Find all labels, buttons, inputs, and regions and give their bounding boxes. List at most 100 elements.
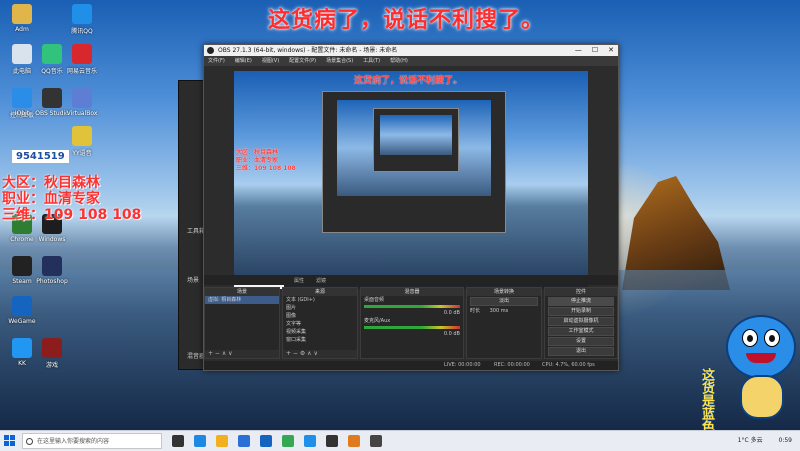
obs-studio-icon[interactable] — [370, 435, 382, 447]
mail-icon[interactable] — [260, 435, 272, 447]
filters-button[interactable]: 滤镜 — [316, 277, 326, 284]
app-icon — [42, 44, 62, 64]
task-view-icon[interactable] — [172, 435, 184, 447]
menu-tools[interactable]: 工具(T) — [363, 56, 380, 66]
close-button[interactable]: ✕ — [608, 45, 614, 56]
desktop-icon-label: Chrome — [10, 236, 34, 243]
sources-header: 来源 — [283, 288, 357, 296]
scenes-header: 场景 — [205, 288, 279, 296]
audio-meter — [364, 326, 460, 329]
source-item[interactable]: 图片 — [283, 304, 357, 312]
mascot-eye — [764, 329, 780, 347]
scenes-footer: + − ∧ ∨ — [205, 350, 279, 358]
app-icon — [72, 88, 92, 108]
mixer-track-db: 0.0 dB — [443, 331, 460, 337]
bg-label-scene: 场景 — [187, 277, 200, 284]
desktop-icon-label: Steam — [12, 278, 32, 285]
obs-menubar: 文件(F) 编辑(E) 视图(V) 配置文件(P) 场景集合(S) 工具(T) … — [204, 56, 618, 66]
desktop-icon[interactable]: Steam — [2, 256, 42, 285]
mixer-track-db: 0.0 dB — [443, 310, 460, 316]
qq-icon[interactable] — [304, 435, 316, 447]
transition-select[interactable]: 淡出 — [470, 297, 538, 306]
studio-mode-button[interactable]: 工作室模式 — [548, 327, 614, 336]
obs-titlebar[interactable]: OBS 27.1.3 (64-bit, windows) - 配置文件: 未命名… — [204, 45, 618, 56]
transitions-dock: 场景转换 淡出 时长 300 ms — [466, 287, 542, 359]
mascot-eye — [742, 329, 758, 347]
obs-docks: 场景 虚拟: 桐目森林 + − ∧ ∨ 来源 文本 (GDI+) 图片 图像 文… — [204, 287, 618, 359]
desktop-icon[interactable]: Adm — [2, 4, 42, 33]
source-toolbar: 属性 滤镜 — [204, 275, 618, 285]
mixer-dock: 混音器 桌面音频 0.0 dB 麦克风/Aux 0.0 dB — [360, 287, 464, 359]
menu-edit[interactable]: 编辑(E) — [235, 56, 252, 66]
audio-meter — [364, 305, 460, 308]
menu-profile[interactable]: 配置文件(P) — [289, 56, 316, 66]
desktop-icon[interactable]: VirtualBox — [62, 88, 102, 117]
source-item[interactable]: 窗口采集 — [283, 336, 357, 344]
search-icon — [26, 438, 33, 445]
obs-statusbar: LIVE: 00:00:00 REC: 00:00:00 CPU: 4.7%, … — [204, 361, 618, 370]
edge-icon[interactable] — [194, 435, 206, 447]
source-item[interactable]: 视频采集 — [283, 328, 357, 336]
menu-view[interactable]: 视图(V) — [262, 56, 279, 66]
properties-button[interactable]: 属性 — [294, 277, 304, 284]
stop-streaming-button[interactable]: 停止推流 — [548, 297, 614, 306]
obs-window[interactable]: OBS 27.1.3 (64-bit, windows) - 配置文件: 未命名… — [203, 44, 619, 371]
scenes-dock: 场景 虚拟: 桐目森林 + − ∧ ∨ — [204, 287, 280, 359]
preview-caption: 这货病了，说话不利搜了。 — [354, 76, 463, 86]
store-icon[interactable] — [238, 435, 250, 447]
source-item[interactable]: 图像 — [283, 312, 357, 320]
menu-scene-collection[interactable]: 场景集合(S) — [326, 56, 353, 66]
mascot-dragon — [718, 305, 798, 425]
minimize-button[interactable]: — — [575, 45, 582, 56]
obs-app-icon[interactable] — [326, 435, 338, 447]
sources-footer: + − ⚙ ∧ ∨ — [283, 350, 357, 358]
desktop-icon-label: 网易云音乐 — [66, 68, 97, 75]
mixer-header: 混音器 — [361, 288, 463, 296]
desktop-icon-label: 腾讯QQ — [71, 28, 93, 35]
app-icon — [12, 88, 32, 108]
game-icon[interactable] — [348, 435, 360, 447]
clock-text[interactable]: 0:59 — [779, 437, 792, 444]
desktop-icon-label: Adm — [15, 26, 29, 33]
exit-button[interactable]: 退出 — [548, 347, 614, 356]
status-rec: REC: 00:00:00 — [494, 362, 530, 368]
explorer-icon[interactable] — [216, 435, 228, 447]
menu-file[interactable]: 文件(F) — [208, 56, 225, 66]
preview-info-stats: 三维：109 108 108 — [236, 165, 296, 172]
virtual-camera-button[interactable]: 启动虚拟摄像机 — [548, 317, 614, 326]
obs-preview[interactable]: 这货病了，说话不利搜了。 大区：秋目森林 职业：血清专家 三维：109 108 … — [234, 71, 588, 289]
app-icon — [42, 338, 62, 358]
chrome-icon[interactable] — [282, 435, 294, 447]
scene-item[interactable]: 虚拟: 桐目森林 — [205, 296, 279, 304]
source-item[interactable]: 文本 (GDI+) — [283, 296, 357, 304]
mascot-belly — [740, 375, 784, 419]
mixer-track-name: 麦克风/Aux — [364, 318, 391, 324]
desktop-icon[interactable]: 腾讯QQ — [62, 4, 102, 35]
start-recording-button[interactable]: 开始录制 — [548, 307, 614, 316]
controls-dock: 控件 停止推流 开始录制 启动虚拟摄像机 工作室模式 设置 退出 — [544, 287, 618, 359]
desktop-icon[interactable]: 游戏 — [32, 338, 72, 369]
settings-button[interactable]: 设置 — [548, 337, 614, 346]
source-item[interactable]: 文字等 — [283, 320, 357, 328]
search-placeholder: 在这里输入你要搜索的内容 — [37, 438, 110, 445]
app-icon — [12, 338, 32, 358]
maximize-button[interactable]: ☐ — [592, 45, 598, 56]
app-icon — [42, 88, 62, 108]
app-icon — [72, 44, 92, 64]
weather-text[interactable]: 1°C 多云 — [738, 437, 763, 444]
app-icon — [72, 126, 92, 146]
info-stats: 三维：109 108 108 — [2, 207, 142, 223]
desktop-icon[interactable]: 网易云音乐 — [62, 44, 102, 75]
nested-obs-2 — [373, 108, 459, 172]
app-icon — [72, 4, 92, 24]
transition-duration-label: 时长 300 ms — [467, 307, 541, 315]
qq-number-badge: 9541519 — [12, 150, 69, 163]
status-cpu: CPU: 4.7%, 60.00 fps — [542, 362, 595, 368]
windows-start-icon[interactable] — [4, 435, 16, 447]
sources-dock: 来源 文本 (GDI+) 图片 图像 文字等 视频采集 窗口采集 + − ⚙ ∧… — [282, 287, 358, 359]
taskbar-search-input[interactable]: 在这里输入你要搜索的内容 — [22, 433, 162, 449]
desktop-icon[interactable]: WeGame — [2, 296, 42, 325]
menu-help[interactable]: 帮助(H) — [390, 56, 408, 66]
duration-value[interactable]: 300 ms — [490, 308, 509, 314]
desktop-icon-label: WeGame — [8, 318, 36, 325]
